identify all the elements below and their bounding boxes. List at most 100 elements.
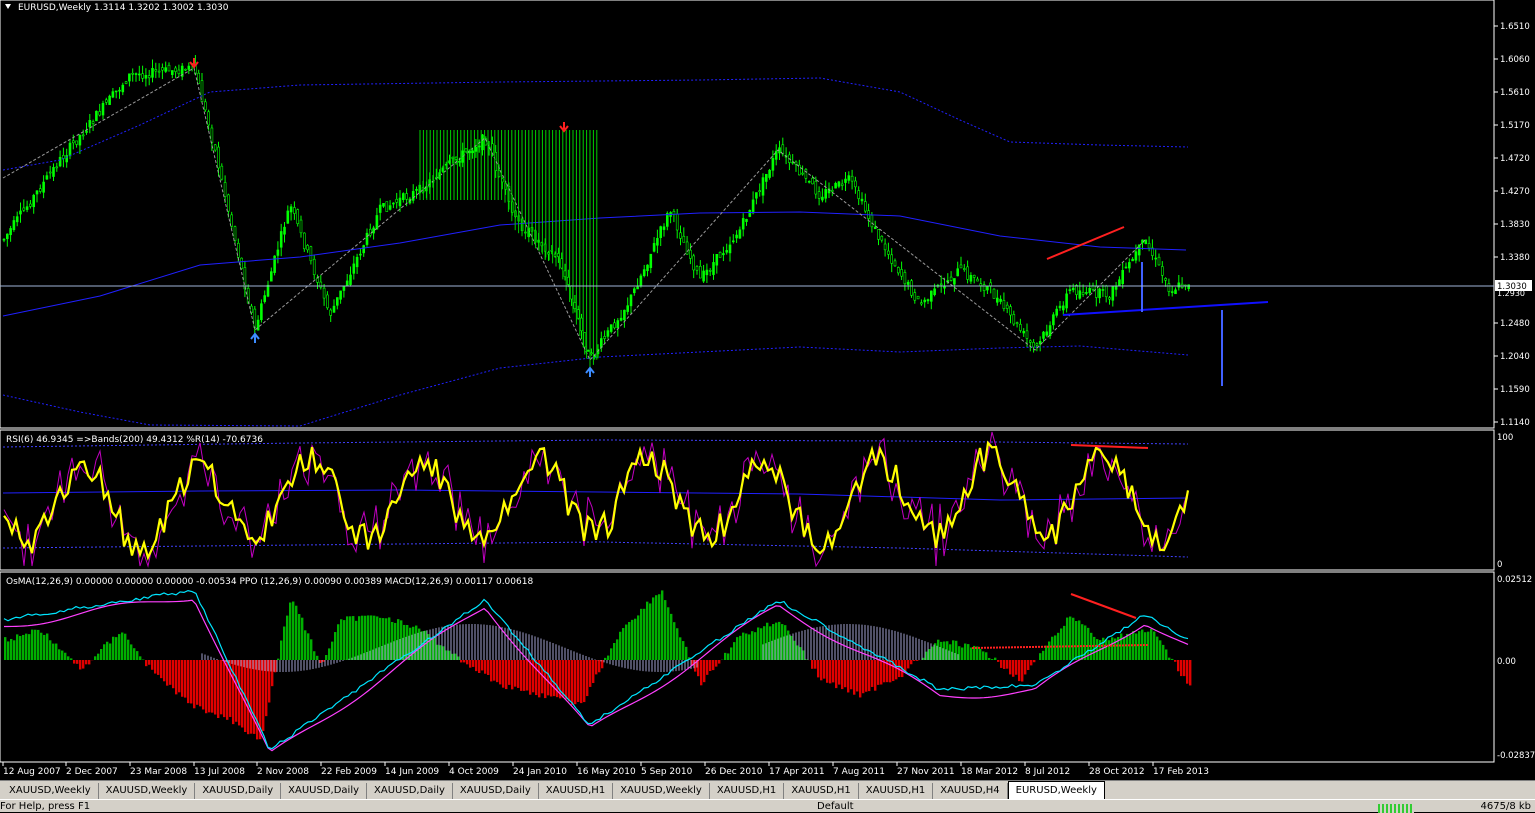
candle-body — [650, 254, 652, 267]
candle-body — [1059, 306, 1061, 308]
candle-body — [858, 191, 860, 199]
candle-body — [241, 258, 243, 268]
candle-body — [1161, 267, 1163, 276]
candle-body — [280, 231, 282, 247]
candle-body — [1026, 331, 1028, 338]
chart-tab[interactable]: XAUUSD,Weekly — [2, 783, 99, 799]
candle-body — [643, 270, 645, 276]
candle-body — [29, 204, 31, 206]
candle-body — [1016, 323, 1018, 324]
time-axis-label: 17 Feb 2013 — [1153, 767, 1209, 777]
candle-body — [917, 296, 919, 299]
candle-body — [736, 235, 738, 238]
chart-tab[interactable]: XAUUSD,H1 — [539, 783, 613, 799]
candle-body — [353, 264, 355, 273]
candle-body — [1033, 342, 1035, 347]
macd-panel[interactable]: OsMA(12,26,9) 0.00000 0.00000 0.00000 -0… — [0, 572, 1535, 762]
candle-body — [1128, 262, 1130, 268]
candle-body — [76, 141, 78, 144]
candle-body — [647, 265, 649, 271]
candle-body — [722, 253, 724, 254]
candle-body — [465, 149, 467, 152]
candle-body — [703, 271, 705, 281]
candle-body — [894, 261, 896, 266]
rsi-panel[interactable]: RSI(6) 46.9345 =>Bands(200) 49.4312 %R(1… — [0, 430, 1513, 570]
candle-body — [914, 293, 916, 301]
chart-tab[interactable]: XAUUSD,Weekly — [99, 783, 196, 799]
chart-tab[interactable]: XAUUSD,Daily — [367, 783, 453, 799]
rsi-header: RSI(6) 46.9345 =>Bands(200) 49.4312 %R(1… — [6, 435, 263, 445]
candle-body — [854, 181, 856, 187]
price-axis-label: 1.1590 — [1500, 385, 1530, 395]
chart-tab[interactable]: XAUUSD,H1 — [859, 783, 933, 799]
candle-body — [1115, 286, 1117, 289]
candle-body — [175, 68, 177, 72]
candle-body — [3, 239, 5, 240]
candle-body — [953, 278, 955, 284]
candle-body — [1168, 284, 1170, 292]
chart-tab[interactable]: XAUUSD,Weekly — [613, 783, 710, 799]
hidden-price-label: 1.2930 — [1497, 289, 1525, 298]
candle-body — [581, 318, 583, 331]
candle-body — [604, 336, 606, 338]
chart-area[interactable]: EURUSD,Weekly 1.3114 1.3202 1.3002 1.303… — [0, 0, 1535, 780]
candle-body — [663, 227, 665, 230]
candle-body — [696, 267, 698, 271]
candle-body — [59, 157, 61, 166]
candle-body — [752, 200, 754, 213]
candle-body — [412, 191, 414, 200]
price-axis-label: 1.3380 — [1500, 253, 1530, 263]
candle-body — [125, 82, 127, 84]
candle-body — [746, 219, 748, 221]
chart-tab[interactable]: XAUUSD,H4 — [933, 783, 1007, 799]
price-panel[interactable]: EURUSD,Weekly 1.3114 1.3202 1.3002 1.303… — [0, 0, 1532, 428]
candle-body — [666, 213, 668, 226]
candle-body — [887, 251, 889, 254]
candle-body — [808, 181, 810, 182]
candle-body — [881, 236, 883, 240]
candle-body — [950, 277, 952, 280]
candle-body — [759, 191, 761, 192]
candle-body — [871, 215, 873, 227]
chart-tab[interactable]: XAUUSD,Daily — [195, 783, 281, 799]
candle-body — [247, 288, 249, 303]
chart-tab[interactable]: EURUSD,Weekly — [1008, 781, 1105, 799]
time-axis: 12 Aug 20072 Dec 200723 Mar 200813 Jul 2… — [3, 762, 1209, 777]
chart-tab[interactable]: XAUUSD,H1 — [784, 783, 858, 799]
candle-body — [340, 291, 342, 299]
candle-body — [993, 289, 995, 298]
candle-body — [713, 262, 715, 274]
time-axis-label: 12 Aug 2007 — [3, 767, 61, 777]
time-axis-label: 26 Dec 2010 — [705, 767, 763, 777]
candle-body — [350, 275, 352, 285]
candle-body — [901, 269, 903, 276]
candle-body — [478, 146, 480, 147]
candle-body — [218, 147, 220, 168]
candle-body — [99, 111, 101, 115]
candle-body — [1135, 252, 1137, 261]
candle-body — [996, 298, 998, 302]
candle-body — [482, 135, 484, 150]
candle-body — [389, 206, 391, 210]
candle-body — [907, 282, 909, 284]
candle-body — [171, 71, 173, 75]
candle-body — [86, 131, 88, 133]
chart-tab[interactable]: XAUUSD,H1 — [710, 783, 784, 799]
candle-body — [818, 192, 820, 199]
candle-body — [1082, 292, 1084, 294]
candle-body — [607, 331, 609, 337]
candle-body — [260, 304, 262, 320]
candle-body — [878, 229, 880, 239]
candle-body — [934, 289, 936, 295]
chart-tab[interactable]: XAUUSD,Daily — [281, 783, 367, 799]
candle-body — [326, 295, 328, 308]
candle-body — [795, 162, 797, 164]
candle-body — [373, 228, 375, 233]
candle-body — [719, 252, 721, 257]
status-traffic: 4675/8 kb — [1481, 801, 1532, 812]
candle-body — [1112, 287, 1114, 301]
chart-tab[interactable]: XAUUSD,Daily — [453, 783, 539, 799]
price-axis-label: 1.4270 — [1500, 187, 1530, 197]
candle-body — [402, 193, 404, 199]
candle-body — [49, 172, 51, 173]
